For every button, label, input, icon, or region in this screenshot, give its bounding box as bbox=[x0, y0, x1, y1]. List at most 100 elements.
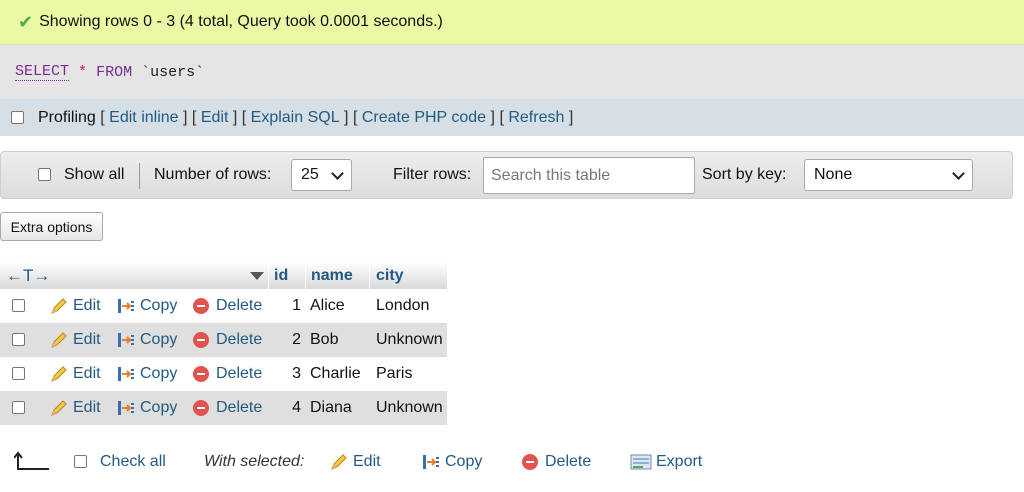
row-edit-button[interactable]: Edit bbox=[49, 289, 101, 323]
delete-icon bbox=[193, 400, 209, 416]
bracket: [ bbox=[241, 108, 247, 126]
profiling-label: Profiling bbox=[38, 108, 96, 126]
row-checkbox[interactable] bbox=[12, 299, 25, 312]
pencil-icon bbox=[51, 400, 67, 416]
export-icon bbox=[630, 454, 652, 470]
sort-by-key-select[interactable]: None bbox=[804, 159, 973, 191]
edit-label: Edit bbox=[73, 331, 101, 348]
row-delete-button[interactable]: Delete bbox=[193, 391, 262, 425]
edit-inline-link[interactable]: Edit inline bbox=[109, 109, 178, 127]
with-selected-label: With selected: bbox=[204, 453, 305, 470]
row-edit-button[interactable]: Edit bbox=[49, 357, 101, 391]
edit-label: Edit bbox=[73, 365, 101, 382]
sql-table-name: `users` bbox=[141, 63, 205, 81]
bracket: ] bbox=[568, 108, 574, 126]
edit-label: Edit bbox=[73, 399, 101, 416]
table-row: Edit Copy Delete 4 Diana Unknown bbox=[0, 391, 447, 425]
filter-rows-label: Filter rows: bbox=[393, 166, 472, 183]
refresh-link[interactable]: Refresh bbox=[508, 109, 564, 127]
edit-label: Edit bbox=[73, 297, 101, 314]
table-navigation-bar: Show all Number of rows: 25 Filter rows:… bbox=[0, 151, 1013, 199]
search-placeholder: Search this table bbox=[491, 166, 611, 184]
table-header: ←T→ id name city bbox=[0, 262, 447, 289]
row-delete-button[interactable]: Delete bbox=[193, 357, 262, 391]
query-options-bar: Profiling [ Edit inline ] [ Edit ] [ Exp… bbox=[0, 99, 1024, 136]
bulk-edit-button[interactable]: Edit bbox=[329, 447, 381, 477]
copy-icon bbox=[118, 333, 134, 347]
bracket: [ bbox=[352, 108, 358, 126]
show-all-label[interactable]: Show all bbox=[64, 166, 124, 184]
copy-icon bbox=[423, 455, 439, 469]
table-row: Edit Copy Delete 1 Alice London bbox=[0, 289, 447, 323]
bulk-delete-label: Delete bbox=[545, 453, 592, 470]
header-divider bbox=[268, 262, 269, 289]
extra-options-button[interactable]: Extra options bbox=[0, 212, 103, 241]
row-edit-button[interactable]: Edit bbox=[49, 323, 101, 357]
header-divider bbox=[369, 262, 370, 289]
column-header-city[interactable]: city bbox=[376, 262, 404, 289]
sort-triangle-icon[interactable] bbox=[249, 262, 265, 289]
delete-icon bbox=[522, 454, 538, 470]
row-edit-button[interactable]: Edit bbox=[49, 391, 101, 425]
sql-select-keyword[interactable]: SELECT bbox=[15, 63, 70, 81]
delete-label: Delete bbox=[216, 297, 263, 314]
sort-by-key-label: Sort by key: bbox=[702, 166, 787, 183]
cell-name: Charlie bbox=[310, 365, 361, 382]
number-of-rows-select[interactable]: 25 bbox=[291, 159, 352, 191]
column-resize-arrows[interactable]: ←T→ bbox=[6, 262, 50, 289]
cell-name: Alice bbox=[310, 297, 345, 314]
cell-city: Unknown bbox=[376, 399, 443, 416]
cell-id: 3 bbox=[292, 365, 301, 382]
bracket: [ bbox=[499, 108, 504, 126]
delete-icon bbox=[193, 366, 209, 382]
number-of-rows-value: 25 bbox=[301, 166, 319, 183]
bulk-export-button[interactable]: Export bbox=[630, 447, 702, 477]
row-delete-button[interactable]: Delete bbox=[193, 289, 262, 323]
row-checkbox[interactable] bbox=[12, 367, 25, 380]
row-delete-button[interactable]: Delete bbox=[193, 323, 262, 357]
bulk-copy-label: Copy bbox=[445, 453, 483, 470]
cell-id: 4 bbox=[292, 399, 301, 416]
delete-label: Delete bbox=[216, 399, 263, 416]
chevron-down-icon bbox=[331, 166, 344, 180]
row-copy-button[interactable]: Copy bbox=[116, 289, 177, 323]
row-copy-button[interactable]: Copy bbox=[116, 323, 177, 357]
number-of-rows-label: Number of rows: bbox=[154, 166, 272, 183]
bulk-delete-button[interactable]: Delete bbox=[522, 447, 591, 477]
success-message: ✔ Showing rows 0 - 3 (4 total, Query too… bbox=[0, 0, 1024, 45]
pencil-icon bbox=[51, 298, 67, 314]
sql-from-keyword: FROM bbox=[96, 63, 133, 81]
results-table: ←T→ id name city Edit Copy Delete 1 Alic… bbox=[0, 262, 447, 425]
cell-name: Bob bbox=[310, 331, 339, 348]
success-text: Showing rows 0 - 3 (4 total, Query took … bbox=[39, 13, 443, 30]
bulk-export-label: Export bbox=[656, 453, 703, 470]
row-copy-button[interactable]: Copy bbox=[116, 391, 177, 425]
checkmark-icon: ✔ bbox=[18, 12, 34, 32]
show-all-checkbox[interactable] bbox=[38, 168, 51, 181]
delete-icon bbox=[193, 298, 209, 314]
edit-link[interactable]: Edit bbox=[201, 109, 229, 127]
create-php-code-link[interactable]: Create PHP code bbox=[362, 109, 486, 127]
profiling-checkbox[interactable] bbox=[11, 111, 24, 124]
bulk-copy-button[interactable]: Copy bbox=[421, 447, 482, 477]
row-checkbox[interactable] bbox=[12, 333, 25, 346]
check-all-label[interactable]: Check all bbox=[100, 447, 166, 477]
copy-label: Copy bbox=[140, 365, 178, 382]
column-header-id[interactable]: id bbox=[274, 262, 288, 289]
row-copy-button[interactable]: Copy bbox=[116, 357, 177, 391]
pencil-icon bbox=[51, 332, 67, 348]
sql-star: * bbox=[78, 63, 88, 81]
column-header-name[interactable]: name bbox=[311, 262, 353, 289]
copy-label: Copy bbox=[140, 297, 178, 314]
row-checkbox[interactable] bbox=[12, 401, 25, 414]
filter-rows-input[interactable]: Search this table bbox=[483, 157, 695, 194]
bracket: ] bbox=[232, 108, 238, 126]
delete-label: Delete bbox=[216, 331, 263, 348]
table-row: Edit Copy Delete 2 Bob Unknown bbox=[0, 323, 447, 357]
delete-icon bbox=[193, 332, 209, 348]
cell-id: 1 bbox=[292, 297, 301, 314]
table-row: Edit Copy Delete 3 Charlie Paris bbox=[0, 357, 447, 391]
check-all-checkbox[interactable] bbox=[74, 455, 87, 468]
explain-sql-link[interactable]: Explain SQL bbox=[251, 109, 340, 127]
chevron-down-icon bbox=[952, 166, 965, 180]
